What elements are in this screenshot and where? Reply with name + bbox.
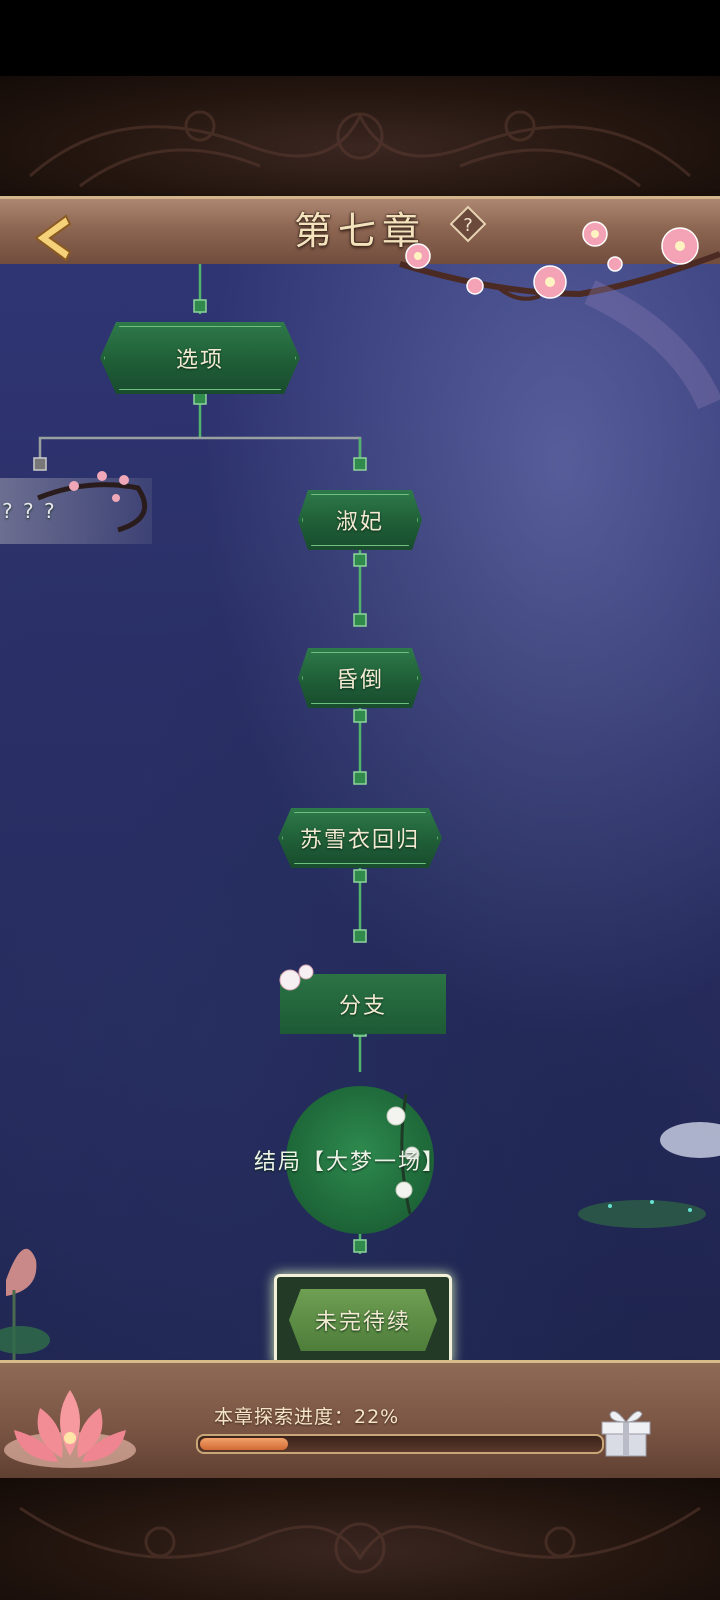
pink-lotus-bud-decoration <box>0 1248 50 1360</box>
story-node-return[interactable]: 苏雪衣回归 <box>278 808 442 868</box>
exploration-progress-label: 本章探索进度：22% <box>214 1406 400 1428</box>
node-label: ? ? ? <box>2 499 57 523</box>
top-ornament-panel <box>0 76 720 196</box>
blossom-decoration <box>279 964 314 991</box>
node-label: 苏雪衣回归 <box>299 828 420 853</box>
node-label: 选项 <box>175 348 224 373</box>
bottom-ornament-panel <box>0 1478 720 1600</box>
story-node-to-be-continued[interactable]: 未完待续 <box>274 1274 452 1366</box>
gift-icon <box>601 1410 651 1457</box>
lily-pad-decoration <box>578 1122 720 1228</box>
story-node-faint[interactable]: 昏倒 <box>298 648 422 708</box>
node-label: 结局【大梦一场】 <box>254 1150 447 1175</box>
exploration-progress-bar <box>196 1434 604 1454</box>
node-label: 昏倒 <box>335 668 384 693</box>
progress-fill <box>200 1438 288 1450</box>
node-label: 淑妃 <box>335 510 384 535</box>
reward-gift-button[interactable] <box>596 1400 656 1460</box>
ornament-pattern <box>29 110 691 188</box>
story-node-ending[interactable]: 结局【大梦一场】 <box>254 1086 444 1234</box>
lotus-flower-icon <box>4 1390 136 1468</box>
node-label: 未完待续 <box>314 1310 411 1335</box>
status-bar-area <box>0 0 720 76</box>
story-node-shufei[interactable]: 淑妃 <box>298 490 422 550</box>
ornament-pattern <box>19 1506 701 1574</box>
node-label: 分支 <box>338 994 387 1019</box>
story-node-option[interactable]: 选项 <box>100 322 300 394</box>
story-node-locked[interactable]: ? ? ? <box>0 471 152 544</box>
story-node-branch[interactable]: 分支 <box>279 964 446 1034</box>
